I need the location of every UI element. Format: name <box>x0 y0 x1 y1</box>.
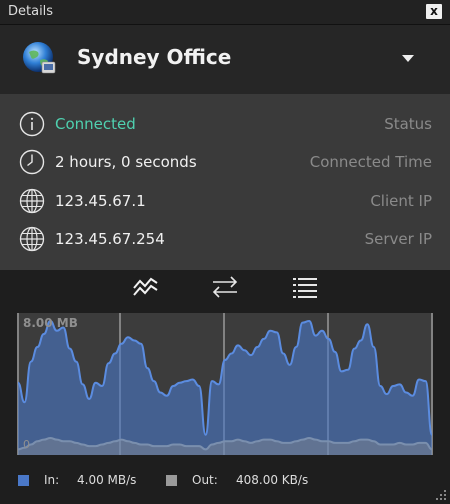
client-ip-label: Client IP <box>370 192 432 210</box>
connection-globe-icon <box>23 42 56 74</box>
in-legend-label: In: <box>44 473 60 487</box>
out-rate-value: 408.00 KB/s <box>236 473 309 487</box>
connected-time-row: 2 hours, 0 seconds Connected Time <box>0 144 450 180</box>
globe-icon <box>19 188 45 214</box>
status-label: Status <box>384 115 432 133</box>
y-axis-min-label: 0 <box>23 438 30 451</box>
globe-icon <box>19 226 45 252</box>
in-legend-swatch <box>18 475 29 486</box>
server-ip-row: 123.45.67.254 Server IP <box>0 221 450 257</box>
connection-header: Sydney Office <box>0 25 450 94</box>
in-rate-value: 4.00 MB/s <box>77 473 137 487</box>
client-ip-row: 123.45.67.1 Client IP <box>0 183 450 219</box>
view-tabs <box>0 270 450 304</box>
chart-legend: In: 4.00 MB/s Out: 408.00 KB/s <box>0 462 450 498</box>
connection-dropdown-chevron-down-icon[interactable] <box>402 55 414 62</box>
series-in-area <box>18 321 432 455</box>
connected-time-value: 2 hours, 0 seconds <box>55 153 197 171</box>
title-bar: Details x <box>0 0 450 25</box>
status-row: Connected Status <box>0 106 450 142</box>
details-panel: Connected Status 2 hours, 0 seconds Conn… <box>0 94 450 270</box>
server-ip-label: Server IP <box>364 230 432 248</box>
clock-icon <box>19 149 45 175</box>
status-value: Connected <box>55 115 136 133</box>
close-button[interactable]: x <box>426 4 442 19</box>
traffic-chart: 8.00 MB 0 <box>17 313 433 455</box>
connection-name: Sydney Office <box>77 45 232 69</box>
client-ip-value: 123.45.67.1 <box>55 192 146 210</box>
resize-grip-icon[interactable] <box>435 489 447 501</box>
chart-line-icon[interactable] <box>131 274 161 300</box>
y-axis-max-label: 8.00 MB <box>23 316 78 330</box>
out-legend-label: Out: <box>192 473 218 487</box>
out-legend-swatch <box>166 475 177 486</box>
connected-time-label: Connected Time <box>309 153 432 171</box>
traffic-chart-svg: 8.00 MB 0 <box>17 313 433 455</box>
server-ip-value: 123.45.67.254 <box>55 230 165 248</box>
window-title: Details <box>8 4 54 19</box>
list-icon[interactable] <box>290 274 320 300</box>
info-icon <box>19 111 45 137</box>
arrows-swap-icon[interactable] <box>210 274 240 300</box>
